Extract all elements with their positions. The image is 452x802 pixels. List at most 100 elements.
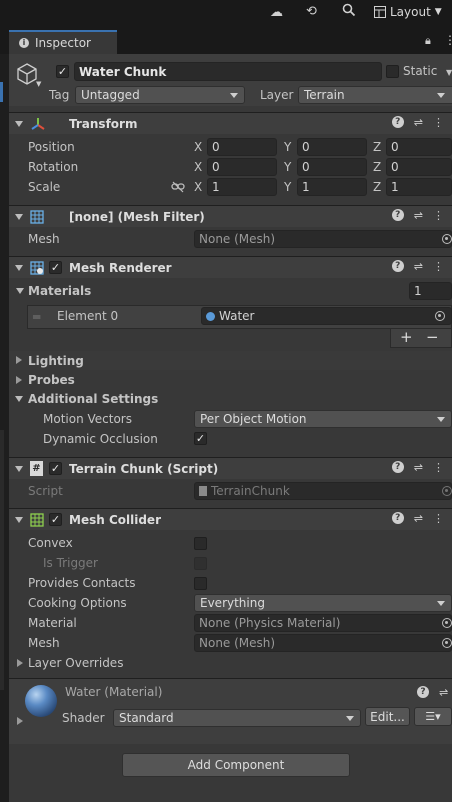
position-z-label[interactable]: Z <box>373 140 381 154</box>
foldout-arrow-icon[interactable] <box>15 517 23 523</box>
mesh-renderer-header[interactable]: ✓ Mesh Renderer ? ⇌ ⋮ <box>9 256 452 278</box>
remove-element-button[interactable]: − <box>426 328 439 346</box>
foldout-right-icon[interactable] <box>17 659 23 667</box>
scale-y-field[interactable]: 1 <box>297 178 367 196</box>
mesh-filter-header[interactable]: [none] (Mesh Filter) ? ⇌ ⋮ <box>9 205 452 227</box>
additional-settings-label[interactable]: Additional Settings <box>28 392 158 406</box>
foldout-arrow-icon[interactable] <box>15 214 23 220</box>
more-options-icon[interactable]: ⋮ <box>433 260 444 273</box>
preset-icon[interactable]: ⇌ <box>414 260 423 273</box>
tab-inspector[interactable]: i Inspector <box>9 30 117 54</box>
materials-count-field[interactable]: 1 <box>409 282 452 300</box>
position-y-field[interactable]: 0 <box>297 138 367 156</box>
layout-dropdown[interactable]: Layout ▼ <box>374 3 442 21</box>
materials-foldout-icon[interactable] <box>16 288 24 294</box>
scale-x-label[interactable]: X <box>194 180 202 194</box>
layer-overrides-label[interactable]: Layer Overrides <box>28 656 123 670</box>
mesh-field[interactable]: None (Mesh) <box>194 230 452 248</box>
rotation-z-label[interactable]: Z <box>373 160 381 174</box>
more-options-icon[interactable]: ⋮ <box>433 116 444 129</box>
rotation-x-label[interactable]: X <box>194 160 202 174</box>
scale-z-label[interactable]: Z <box>373 180 381 194</box>
preset-icon[interactable]: ⇌ <box>414 461 423 474</box>
static-checkbox[interactable] <box>386 65 399 78</box>
object-name-field[interactable]: Water Chunk <box>74 62 382 81</box>
scale-z-field[interactable]: 1 <box>386 178 452 196</box>
help-icon[interactable]: ? <box>391 461 404 473</box>
dynamic-occlusion-checkbox[interactable]: ✓ <box>194 432 207 445</box>
preset-icon[interactable]: ⇌ <box>439 686 448 699</box>
foldout-right-icon[interactable] <box>17 717 23 725</box>
transform-header[interactable]: Transform ? ⇌ ⋮ <box>9 112 452 134</box>
foldout-arrow-icon[interactable] <box>15 396 23 402</box>
layer-dropdown[interactable]: Terrain <box>298 86 452 104</box>
terrain-chunk-enabled-checkbox[interactable]: ✓ <box>49 462 62 475</box>
position-y-label[interactable]: Y <box>284 140 291 154</box>
cloud-icon[interactable]: ☁ <box>270 5 283 20</box>
preset-icon[interactable]: ⇌ <box>414 512 423 525</box>
help-icon[interactable]: ? <box>391 209 404 221</box>
drag-handle-icon[interactable]: ═ <box>33 310 40 324</box>
element0-field[interactable]: Water <box>201 307 452 325</box>
motion-vectors-value: Per Object Motion <box>200 412 307 426</box>
physics-material-field[interactable]: None (Physics Material) <box>194 614 452 632</box>
object-picker-icon[interactable] <box>442 638 452 648</box>
help-icon[interactable]: ? <box>391 116 404 128</box>
mesh-renderer-enabled-checkbox[interactable]: ✓ <box>49 261 62 274</box>
add-component-button[interactable]: Add Component <box>122 753 350 777</box>
terrain-chunk-header[interactable]: # ✓ Terrain Chunk (Script) ? ⇌ ⋮ <box>9 457 452 479</box>
help-icon[interactable]: ? <box>417 686 429 698</box>
active-checkbox[interactable]: ✓ <box>56 65 69 78</box>
preset-icon[interactable]: ⇌ <box>414 116 423 129</box>
position-z-field[interactable]: 0 <box>386 138 452 156</box>
transform-icon <box>31 118 45 130</box>
convex-checkbox[interactable] <box>194 537 207 550</box>
collider-mesh-field[interactable]: None (Mesh) <box>194 634 452 652</box>
object-picker-icon[interactable] <box>442 618 452 628</box>
mesh-collider-enabled-checkbox[interactable]: ✓ <box>49 513 62 526</box>
scale-x-field[interactable]: 1 <box>207 178 277 196</box>
static-dropdown-arrow[interactable]: ▼ <box>446 68 452 77</box>
add-element-button[interactable]: + <box>400 328 413 346</box>
more-options-icon[interactable]: ⋮ <box>433 209 444 222</box>
material-preview-sphere[interactable] <box>25 685 57 717</box>
preset-icon[interactable]: ⇌ <box>414 209 423 222</box>
more-options-icon[interactable]: ⋮ <box>433 512 444 525</box>
rotation-y-label[interactable]: Y <box>284 160 291 174</box>
foldout-arrow-icon[interactable] <box>15 265 23 271</box>
object-picker-icon[interactable] <box>442 234 452 244</box>
probes-label[interactable]: Probes <box>28 373 75 387</box>
cooking-options-dropdown[interactable]: Everything <box>194 594 452 612</box>
materials-label[interactable]: Materials <box>28 284 91 298</box>
icon-dropdown-arrow[interactable]: ▼ <box>36 80 41 88</box>
foldout-right-icon[interactable] <box>16 356 22 364</box>
gameobject-cube-icon[interactable] <box>16 62 38 86</box>
mesh-collider-header[interactable]: ✓ Mesh Collider ? ⇌ ⋮ <box>9 508 452 530</box>
object-picker-icon[interactable] <box>435 311 445 321</box>
more-options-icon[interactable]: ⋮ <box>433 461 444 474</box>
edit-shader-button[interactable]: Edit... <box>365 707 410 726</box>
more-options-icon[interactable]: ⋮ <box>444 33 452 47</box>
constrain-proportions-icon[interactable] <box>171 181 185 193</box>
help-icon[interactable]: ? <box>391 512 404 524</box>
search-icon[interactable] <box>342 3 356 21</box>
foldout-arrow-icon[interactable] <box>15 466 23 472</box>
foldout-right-icon[interactable] <box>16 376 22 384</box>
history-icon[interactable]: ⟲ <box>306 4 317 19</box>
lock-icon[interactable]: 🔒︎ <box>425 34 431 48</box>
rotation-y-field[interactable]: 0 <box>297 158 367 176</box>
provides-contacts-checkbox[interactable] <box>194 577 207 590</box>
lighting-label[interactable]: Lighting <box>28 354 84 368</box>
shader-options-button[interactable]: ☰▾ <box>414 707 452 726</box>
position-x-field[interactable]: 0 <box>207 138 277 156</box>
motion-vectors-dropdown[interactable]: Per Object Motion <box>194 410 452 428</box>
tag-dropdown[interactable]: Untagged <box>75 86 245 104</box>
help-icon[interactable]: ? <box>391 260 404 272</box>
rotation-z-field[interactable]: 0 <box>386 158 452 176</box>
position-x-label[interactable]: X <box>194 140 202 154</box>
foldout-arrow-icon[interactable] <box>15 121 23 127</box>
scale-y-label[interactable]: Y <box>284 180 291 194</box>
rotation-x-field[interactable]: 0 <box>207 158 277 176</box>
shader-dropdown[interactable]: Standard <box>113 709 361 727</box>
element0-value: Water <box>219 309 255 323</box>
